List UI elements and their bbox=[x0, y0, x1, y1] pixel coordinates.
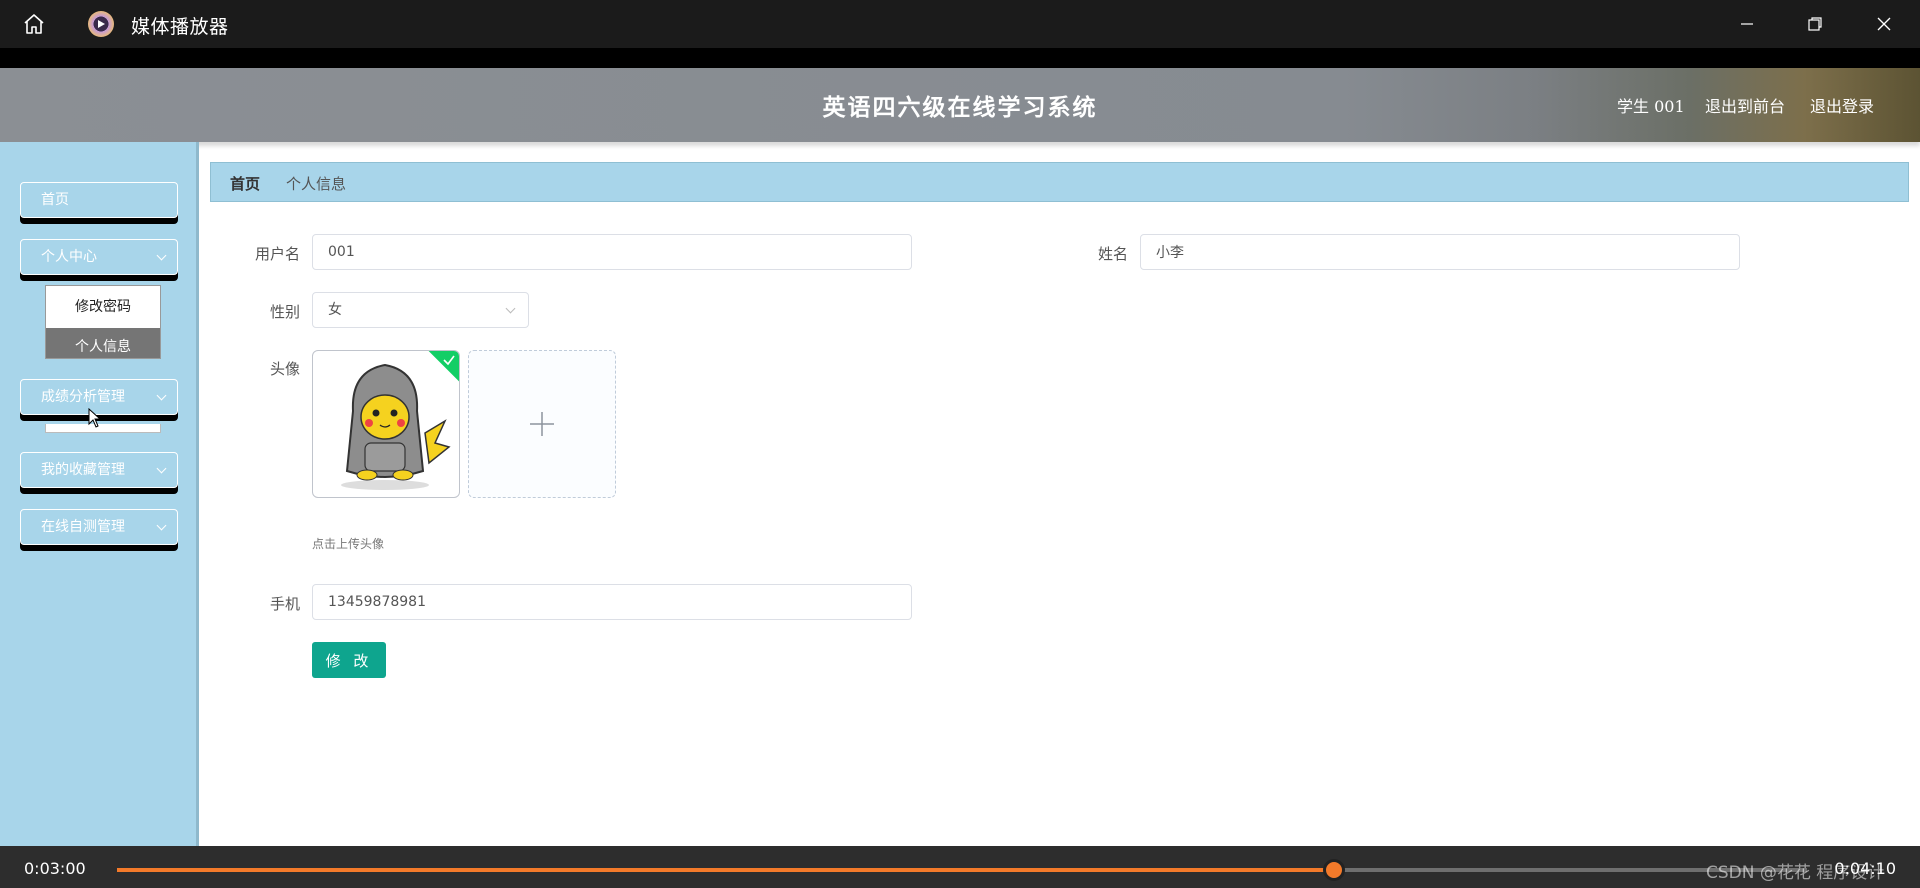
sidebar-item-label: 成绩分析管理 bbox=[41, 389, 125, 405]
video-letterbox-strip bbox=[0, 48, 1920, 68]
chevron-down-icon bbox=[156, 463, 167, 474]
plus-icon bbox=[530, 412, 554, 436]
seek-bar[interactable] bbox=[117, 859, 1807, 881]
collapsed-submenu bbox=[45, 424, 161, 433]
site-header: 英语四六级在线学习系统 学生 001 退出到前台 退出登录 bbox=[0, 68, 1920, 142]
chevron-down-icon bbox=[156, 520, 167, 531]
gender-select[interactable]: 女 bbox=[312, 292, 529, 328]
sidebar-item-label: 我的收藏管理 bbox=[41, 462, 125, 478]
avatar-label: 头像 bbox=[269, 360, 300, 378]
exit-to-front-link[interactable]: 退出到前台 bbox=[1705, 93, 1785, 117]
chevron-down-icon bbox=[156, 250, 167, 261]
mouse-cursor-icon bbox=[88, 407, 102, 432]
window-title: 媒体播放器 bbox=[131, 16, 229, 38]
upload-hint: 点击上传头像 bbox=[312, 537, 385, 551]
submit-button[interactable]: 修 改 bbox=[312, 642, 386, 678]
sidebar-item-personal-center[interactable]: 个人中心 bbox=[20, 239, 178, 275]
gender-selected-value: 女 bbox=[328, 302, 342, 318]
sidebar-item-home[interactable]: 首页 bbox=[20, 182, 178, 218]
restore-icon[interactable] bbox=[1801, 10, 1829, 38]
breadcrumb-current: 个人信息 bbox=[286, 175, 347, 193]
username-field[interactable] bbox=[312, 234, 912, 270]
sidebar-item-label: 在线自测管理 bbox=[41, 519, 125, 535]
check-icon bbox=[443, 355, 455, 366]
media-player-controls: 0:03:00 CSDN @花花 程序设计 0:04:10 bbox=[0, 846, 1920, 888]
username-label: 用户名 bbox=[254, 245, 300, 263]
sidebar-item-self-test[interactable]: 在线自测管理 bbox=[20, 509, 178, 545]
total-time: 0:04:10 bbox=[1834, 859, 1896, 878]
name-label: 姓名 bbox=[1097, 245, 1128, 263]
current-user: 学生 001 bbox=[1617, 97, 1685, 116]
phone-field[interactable] bbox=[312, 584, 912, 620]
sidebar-item-favorites[interactable]: 我的收藏管理 bbox=[20, 452, 178, 488]
gender-label: 性别 bbox=[269, 303, 300, 321]
name-field[interactable] bbox=[1140, 234, 1740, 270]
logout-link[interactable]: 退出登录 bbox=[1810, 93, 1874, 117]
current-time: 0:03:00 bbox=[24, 859, 86, 878]
pikachu-hoodie-avatar-icon bbox=[341, 363, 451, 490]
phone-label: 手机 bbox=[269, 595, 300, 613]
breadcrumb: 首页 个人信息 bbox=[210, 162, 1909, 202]
personal-center-submenu: 修改密码 个人信息 bbox=[45, 285, 161, 359]
sidebar-item-label: 首页 bbox=[41, 192, 69, 208]
avatar-image[interactable] bbox=[312, 350, 460, 498]
seek-bar-handle[interactable] bbox=[1322, 859, 1345, 881]
avatar-upload-button[interactable] bbox=[468, 350, 616, 498]
minimize-icon[interactable] bbox=[1733, 10, 1761, 38]
chevron-down-icon bbox=[156, 390, 167, 401]
submenu-item-change-password[interactable]: 修改密码 bbox=[46, 286, 160, 328]
window-titlebar: 媒体播放器 bbox=[0, 0, 1920, 48]
close-icon[interactable] bbox=[1870, 10, 1898, 38]
media-player-logo-icon bbox=[88, 11, 114, 37]
submenu-item-personal-info[interactable]: 个人信息 bbox=[46, 328, 160, 358]
home-icon[interactable] bbox=[22, 12, 46, 36]
seek-bar-progress bbox=[117, 868, 1334, 872]
sidebar-item-label: 个人中心 bbox=[41, 249, 97, 265]
chevron-down-icon bbox=[505, 303, 516, 314]
breadcrumb-home[interactable]: 首页 bbox=[230, 173, 260, 194]
